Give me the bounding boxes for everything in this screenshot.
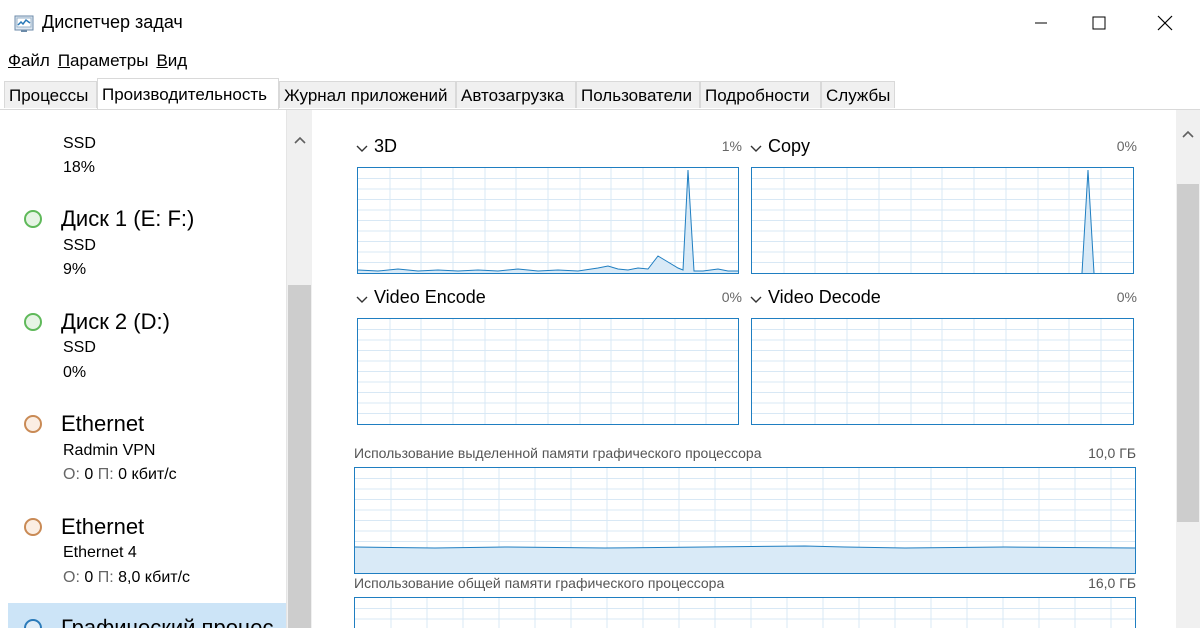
- tab-users[interactable]: Пользователи: [576, 81, 700, 108]
- shared-memory-label: Использование общей памяти графического …: [354, 575, 725, 591]
- tab-performance[interactable]: Производительность: [97, 78, 279, 109]
- engine-percent: 0%: [1116, 138, 1137, 154]
- tab-app-history[interactable]: Журнал приложений: [279, 81, 456, 108]
- throughput-line: О: 0 П: 0 кбит/с: [63, 466, 177, 483]
- graph-video-encode-plot: [358, 319, 738, 424]
- graph-dedicated-memory-plot: [355, 468, 1135, 573]
- graph-video-decode-plot: [752, 319, 1133, 424]
- tab-strip: Процессы Производительность Журнал прило…: [0, 78, 1200, 110]
- maximize-button[interactable]: [1070, 0, 1128, 46]
- dedicated-memory-max: 10,0 ГБ: [1088, 445, 1136, 461]
- left-scrollbar[interactable]: [287, 110, 312, 628]
- status-circle-icon: [24, 518, 42, 536]
- resource-value: 9%: [63, 261, 87, 278]
- scrollbar-thumb[interactable]: [1177, 184, 1199, 522]
- throughput-line: О: 0 П: 8,0 кбит/с: [63, 569, 191, 586]
- status-circle-icon: [24, 313, 42, 331]
- close-button[interactable]: [1136, 0, 1194, 46]
- graph-3d-plot: [358, 168, 738, 273]
- resource-value: 18%: [63, 159, 96, 176]
- minimize-button[interactable]: [1012, 0, 1070, 46]
- resource-list: SSD 18% Диск 1 (E: F:) SSD 9% Диск 2 (D:…: [0, 110, 286, 628]
- tab-services[interactable]: Службы: [821, 81, 895, 108]
- menu-file[interactable]: Файл: [8, 48, 50, 74]
- menu-bar: Файл Параметры Вид: [0, 48, 187, 74]
- chevron-down-icon: [356, 137, 368, 158]
- menu-options[interactable]: Параметры: [58, 48, 149, 74]
- chevron-down-icon: [356, 288, 368, 309]
- graph-copy-plot: [752, 168, 1133, 273]
- resource-sub-label: SSD: [63, 135, 96, 152]
- resource-name: Диск 1 (E: F:): [61, 206, 195, 231]
- status-circle-icon: [24, 210, 42, 228]
- status-circle-icon: [24, 415, 42, 433]
- graph-shared-memory: [354, 597, 1136, 628]
- resource-name: Диск 2 (D:): [61, 309, 170, 334]
- right-scrollbar[interactable]: [1176, 110, 1200, 628]
- dedicated-memory-label: Использование выделенной памяти графичес…: [354, 445, 762, 461]
- engine-percent: 0%: [721, 289, 742, 305]
- resource-name: Ethernet: [61, 411, 145, 436]
- graph-3d: [357, 167, 739, 274]
- window-title: Диспетчер задач: [42, 12, 183, 32]
- scroll-up-icon[interactable]: [1176, 122, 1200, 146]
- graph-shared-memory-plot: [355, 598, 1135, 628]
- resource-sub-label: SSD: [63, 339, 96, 356]
- scroll-up-icon[interactable]: [287, 128, 312, 152]
- gpu-detail-pane: 3D 1% Copy 0% Video Encode 0% Video Deco…: [312, 110, 1176, 628]
- engine-selector-3d[interactable]: 3D: [356, 136, 397, 158]
- graph-video-decode: [751, 318, 1134, 425]
- engine-selector-video-decode[interactable]: Video Decode: [750, 287, 881, 309]
- tab-processes[interactable]: Процессы: [4, 81, 97, 108]
- engine-selector-video-encode[interactable]: Video Encode: [356, 287, 486, 309]
- tab-details[interactable]: Подробности: [700, 81, 821, 108]
- resource-sub-label: SSD: [63, 237, 96, 254]
- resource-value: 0%: [63, 364, 87, 381]
- engine-selector-copy[interactable]: Copy: [750, 136, 810, 158]
- menu-view[interactable]: Вид: [156, 48, 187, 74]
- chevron-down-icon: [750, 137, 762, 158]
- resource-list-pane: SSD 18% Диск 1 (E: F:) SSD 9% Диск 2 (D:…: [0, 110, 312, 628]
- resource-name: Ethernet: [61, 514, 145, 539]
- engine-percent: 1%: [721, 138, 742, 154]
- scrollbar-thumb[interactable]: [288, 285, 311, 628]
- graph-video-encode: [357, 318, 739, 425]
- tab-startup[interactable]: Автозагрузка: [456, 81, 576, 108]
- resource-sub-label: Ethernet 4: [63, 544, 137, 561]
- graph-dedicated-memory: [354, 467, 1136, 574]
- title-bar: Диспетчер задач: [0, 0, 1200, 46]
- engine-percent: 0%: [1116, 289, 1137, 305]
- resource-name: Графический процес: [61, 615, 274, 628]
- chevron-down-icon: [750, 288, 762, 309]
- task-manager-app-icon: [13, 12, 35, 34]
- resource-sub-label: Radmin VPN: [63, 442, 156, 459]
- shared-memory-max: 16,0 ГБ: [1088, 575, 1136, 591]
- graph-copy: [751, 167, 1134, 274]
